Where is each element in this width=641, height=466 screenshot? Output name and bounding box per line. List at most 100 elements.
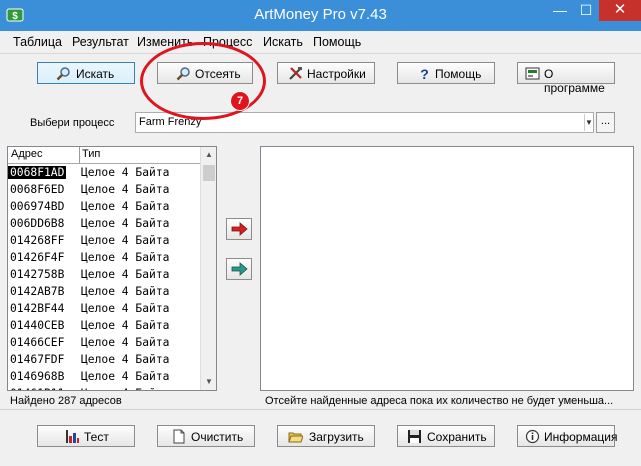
menu-bar: Таблица Результат Изменить Процесс Искат… <box>0 31 641 53</box>
row-address: 0142758B <box>10 268 65 281</box>
process-label: Выбери процесс <box>30 117 115 129</box>
load-button-label: Загрузить <box>309 430 364 444</box>
clear-button[interactable]: Очистить <box>157 425 255 447</box>
table-row[interactable]: 0142758B Целое 4 Байта <box>8 266 200 283</box>
search-button[interactable]: Искать <box>37 62 135 84</box>
column-header-address[interactable]: Адрес <box>11 148 43 160</box>
column-header-type[interactable]: Тип <box>82 148 100 160</box>
row-address: 0068F1AD <box>8 166 67 179</box>
row-address: 014268FF <box>10 234 65 247</box>
row-type: Целое 4 Байта <box>81 319 170 332</box>
clear-button-label: Очистить <box>191 430 244 444</box>
row-type: Целое 4 Байта <box>81 251 170 264</box>
menu-help[interactable]: Помощь <box>313 35 361 49</box>
artmoney-window: $ ArtMoney Pro v7.43 — ☐ ✕ Таблица Резул… <box>0 0 641 466</box>
test-button-label: Тест <box>84 430 109 444</box>
table-row[interactable]: 01467FDF Целое 4 Байта <box>8 351 200 368</box>
row-type: Целое 4 Байта <box>81 336 170 349</box>
table-row[interactable]: 006DD6B8 Целое 4 Байта <box>8 215 200 232</box>
search-button-label: Искать <box>76 67 115 81</box>
table-row[interactable]: 0142BF44 Целое 4 Байта <box>8 300 200 317</box>
row-type: Целое 4 Байта <box>81 285 170 298</box>
scroll-thumb[interactable] <box>203 165 215 181</box>
highlight-circle <box>140 42 266 120</box>
menu-table[interactable]: Таблица <box>13 35 62 49</box>
magnifier-icon <box>56 67 70 81</box>
table-row[interactable]: 0146968B Целое 4 Байта <box>8 368 200 385</box>
save-button[interactable]: Сохранить <box>397 425 495 447</box>
about-button[interactable]: О программе <box>517 62 615 95</box>
table-row[interactable]: 0068F1AD Целое 4 Байта <box>8 164 200 181</box>
table-row[interactable]: 006974BD Целое 4 Байта <box>8 198 200 215</box>
row-address: 0068F6ED <box>10 183 65 196</box>
blank-page-icon <box>173 429 185 444</box>
row-type: Целое 4 Байта <box>81 302 170 315</box>
scroll-down-icon[interactable]: ▼ <box>201 374 216 390</box>
row-type: Целое 4 Байта <box>81 234 170 247</box>
info-circle-icon <box>525 429 540 444</box>
info-button[interactable]: Информация <box>517 425 618 447</box>
row-type: Целое 4 Байта <box>81 217 170 230</box>
found-count-status: Найдено 287 адресов <box>10 395 122 407</box>
red-arrow-right-icon <box>231 222 248 236</box>
cheat-table-panel[interactable] <box>260 146 634 391</box>
browse-process-button[interactable]: ... <box>596 112 615 133</box>
menu-result[interactable]: Результат <box>72 35 129 49</box>
row-address: 01426F4F <box>10 251 65 264</box>
table-row[interactable]: 0142AB7B Целое 4 Байта <box>8 283 200 300</box>
row-address: 0146968B <box>10 370 65 383</box>
row-address: 01466CEF <box>10 336 65 349</box>
list-scrollbar[interactable]: ▲ ▼ <box>200 147 216 390</box>
list-header: Адрес Тип <box>8 147 200 164</box>
menu-search[interactable]: Искать <box>263 35 303 49</box>
table-row[interactable]: 01440CEB Целое 4 Байта <box>8 317 200 334</box>
settings-button[interactable]: Настройки <box>277 62 375 84</box>
scroll-up-icon[interactable]: ▲ <box>201 147 216 163</box>
row-type: Целое 4 Байта <box>81 268 170 281</box>
table-row[interactable]: 01426F4F Целое 4 Байта <box>8 249 200 266</box>
menu-divider <box>0 53 641 54</box>
row-address: 006974BD <box>10 200 65 213</box>
window-title: ArtMoney Pro v7.43 <box>254 6 387 23</box>
table-row[interactable]: 01461B11 Целое 4 Байта <box>8 385 200 390</box>
about-button-label: О программе <box>544 67 605 95</box>
column-divider[interactable] <box>79 147 80 163</box>
row-type: Целое 4 Байта <box>81 166 170 179</box>
help-button-label: Помощь <box>435 67 482 81</box>
open-folder-icon <box>288 432 303 443</box>
move-selected-button[interactable] <box>226 218 252 240</box>
info-icon <box>525 67 540 80</box>
bottom-divider <box>0 409 641 410</box>
table-row[interactable]: 014268FF Целое 4 Байта <box>8 232 200 249</box>
row-type: Целое 4 Байта <box>81 387 169 390</box>
row-type: Целое 4 Байта <box>81 183 170 196</box>
row-address: 01440CEB <box>10 319 65 332</box>
row-type: Целое 4 Байта <box>81 200 170 213</box>
info-button-label: Информация <box>544 430 618 444</box>
row-address: 01461B11 <box>10 387 64 390</box>
load-button[interactable]: Загрузить <box>277 425 375 447</box>
search-results-list[interactable]: Адрес Тип 0068F1AD Целое 4 Байта 0068F6ED Ц… <box>7 146 217 391</box>
floppy-disk-icon <box>408 430 421 443</box>
table-row[interactable]: 0068F6ED Целое 4 Байта <box>8 181 200 198</box>
move-all-button[interactable] <box>226 258 252 280</box>
chevron-down-icon[interactable]: ▼ <box>584 114 593 131</box>
settings-button-label: Настройки <box>307 67 366 81</box>
tools-icon <box>289 67 302 80</box>
table-row[interactable]: 01466CEF Целое 4 Байта <box>8 334 200 351</box>
hint-status: Отсейте найденные адреса пока их количес… <box>265 395 614 407</box>
step-badge: 7 <box>231 92 249 110</box>
row-address: 006DD6B8 <box>10 217 65 230</box>
help-button[interactable]: ? Помощь <box>397 62 495 84</box>
minimize-button[interactable]: — <box>547 0 573 21</box>
list-rows: 0068F1AD Целое 4 Байта 0068F6ED Целое 4 Бай… <box>8 164 200 390</box>
chart-icon <box>66 430 79 443</box>
question-icon: ? <box>420 66 429 81</box>
test-button[interactable]: Тест <box>37 425 135 447</box>
maximize-button[interactable]: ☐ <box>573 0 599 21</box>
close-button[interactable]: ✕ <box>599 0 641 21</box>
row-type: Целое 4 Байта <box>81 353 170 366</box>
row-type: Целое 4 Байта <box>81 370 170 383</box>
title-bar[interactable]: $ ArtMoney Pro v7.43 — ☐ ✕ <box>0 0 641 31</box>
svg-text:?: ? <box>420 66 429 81</box>
